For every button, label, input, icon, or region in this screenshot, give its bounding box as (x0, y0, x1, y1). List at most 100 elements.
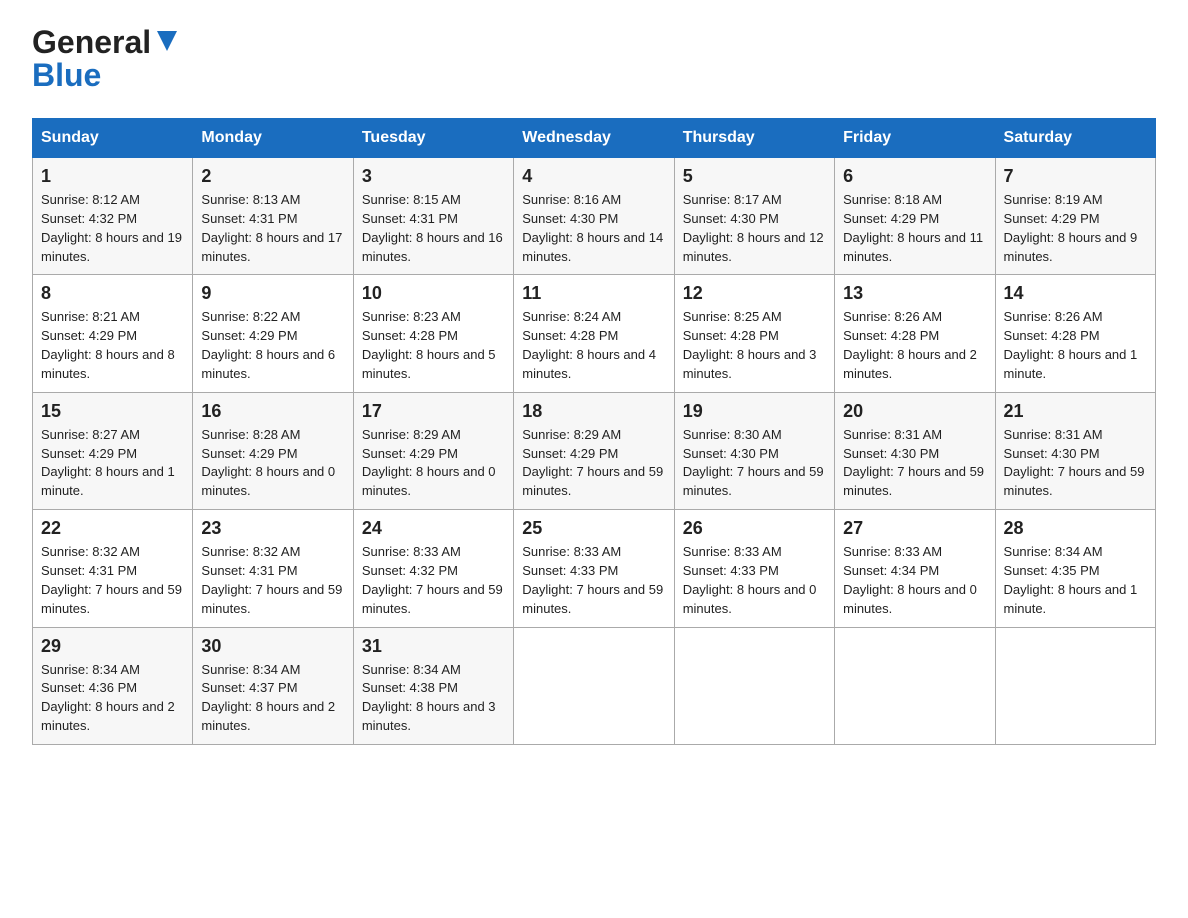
day-number: 16 (201, 401, 344, 422)
calendar-table: SundayMondayTuesdayWednesdayThursdayFrid… (32, 118, 1156, 745)
day-number: 15 (41, 401, 184, 422)
day-cell-15: 15 Sunrise: 8:27 AMSunset: 4:29 PMDayligh… (33, 392, 193, 509)
logo: General Blue (32, 24, 181, 94)
day-number: 7 (1004, 166, 1147, 187)
day-number: 17 (362, 401, 505, 422)
day-info: Sunrise: 8:33 AMSunset: 4:34 PMDaylight:… (843, 543, 986, 618)
day-number: 30 (201, 636, 344, 657)
week-row-2: 8 Sunrise: 8:21 AMSunset: 4:29 PMDaylight… (33, 275, 1156, 392)
day-info: Sunrise: 8:32 AMSunset: 4:31 PMDaylight:… (41, 543, 184, 618)
day-cell-14: 14 Sunrise: 8:26 AMSunset: 4:28 PMDayligh… (995, 275, 1155, 392)
day-number: 31 (362, 636, 505, 657)
day-number: 11 (522, 283, 665, 304)
day-cell-24: 24Sunrise: 8:33 AMSunset: 4:32 PMDayligh… (353, 510, 513, 627)
day-number: 14 (1004, 283, 1147, 304)
day-info: Sunrise: 8:22 AMSunset: 4:29 PMDaylight:… (201, 308, 344, 383)
day-cell-2: 2 Sunrise: 8:13 AMSunset: 4:31 PMDaylight… (193, 158, 353, 275)
day-info: Sunrise: 8:26 AMSunset: 4:28 PMDaylight:… (843, 308, 986, 383)
day-number: 4 (522, 166, 665, 187)
day-number: 1 (41, 166, 184, 187)
day-number: 10 (362, 283, 505, 304)
day-info: Sunrise: 8:18 AMSunset: 4:29 PMDaylight:… (843, 191, 986, 266)
day-number: 29 (41, 636, 184, 657)
day-info: Sunrise: 8:29 AMSunset: 4:29 PMDaylight:… (362, 426, 505, 501)
week-row-5: 29 Sunrise: 8:34 AMSunset: 4:36 PMDayligh… (33, 627, 1156, 744)
day-number: 6 (843, 166, 986, 187)
day-cell-21: 21Sunrise: 8:31 AMSunset: 4:30 PMDayligh… (995, 392, 1155, 509)
day-info: Sunrise: 8:29 AMSunset: 4:29 PMDaylight:… (522, 426, 665, 501)
day-info: Sunrise: 8:25 AMSunset: 4:28 PMDaylight:… (683, 308, 826, 383)
week-row-1: 1Sunrise: 8:12 AMSunset: 4:32 PMDaylight… (33, 158, 1156, 275)
empty-cell (674, 627, 834, 744)
week-row-4: 22 Sunrise: 8:32 AMSunset: 4:31 PMDayligh… (33, 510, 1156, 627)
day-info: Sunrise: 8:26 AMSunset: 4:28 PMDaylight:… (1004, 308, 1147, 383)
calendar-header: SundayMondayTuesdayWednesdayThursdayFrid… (33, 119, 1156, 158)
day-number: 2 (201, 166, 344, 187)
col-header-tuesday: Tuesday (353, 119, 513, 158)
day-cell-11: 11 Sunrise: 8:24 AMSunset: 4:28 PMDayligh… (514, 275, 674, 392)
day-cell-22: 22 Sunrise: 8:32 AMSunset: 4:31 PMDayligh… (33, 510, 193, 627)
day-cell-1: 1Sunrise: 8:12 AMSunset: 4:32 PMDaylight… (33, 158, 193, 275)
day-cell-9: 9Sunrise: 8:22 AMSunset: 4:29 PMDaylight… (193, 275, 353, 392)
day-cell-16: 16 Sunrise: 8:28 AMSunset: 4:29 PMDayligh… (193, 392, 353, 509)
day-info: Sunrise: 8:13 AMSunset: 4:31 PMDaylight:… (201, 191, 344, 266)
week-row-3: 15 Sunrise: 8:27 AMSunset: 4:29 PMDayligh… (33, 392, 1156, 509)
day-info: Sunrise: 8:33 AMSunset: 4:33 PMDaylight:… (522, 543, 665, 618)
empty-cell (995, 627, 1155, 744)
day-cell-17: 17 Sunrise: 8:29 AMSunset: 4:29 PMDayligh… (353, 392, 513, 509)
day-cell-30: 30 Sunrise: 8:34 AMSunset: 4:37 PMDayligh… (193, 627, 353, 744)
day-info: Sunrise: 8:33 AMSunset: 4:33 PMDaylight:… (683, 543, 826, 618)
day-cell-27: 27Sunrise: 8:33 AMSunset: 4:34 PMDayligh… (835, 510, 995, 627)
col-header-saturday: Saturday (995, 119, 1155, 158)
day-cell-13: 13 Sunrise: 8:26 AMSunset: 4:28 PMDayligh… (835, 275, 995, 392)
day-cell-25: 25 Sunrise: 8:33 AMSunset: 4:33 PMDayligh… (514, 510, 674, 627)
day-cell-26: 26 Sunrise: 8:33 AMSunset: 4:33 PMDayligh… (674, 510, 834, 627)
day-cell-3: 3 Sunrise: 8:15 AMSunset: 4:31 PMDaylight… (353, 158, 513, 275)
day-number: 22 (41, 518, 184, 539)
day-cell-19: 19Sunrise: 8:30 AMSunset: 4:30 PMDayligh… (674, 392, 834, 509)
day-info: Sunrise: 8:17 AMSunset: 4:30 PMDaylight:… (683, 191, 826, 266)
day-number: 3 (362, 166, 505, 187)
day-cell-8: 8 Sunrise: 8:21 AMSunset: 4:29 PMDaylight… (33, 275, 193, 392)
day-info: Sunrise: 8:28 AMSunset: 4:29 PMDaylight:… (201, 426, 344, 501)
day-cell-29: 29 Sunrise: 8:34 AMSunset: 4:36 PMDayligh… (33, 627, 193, 744)
day-number: 25 (522, 518, 665, 539)
day-info: Sunrise: 8:21 AMSunset: 4:29 PMDaylight:… (41, 308, 184, 383)
day-number: 21 (1004, 401, 1147, 422)
day-cell-12: 12 Sunrise: 8:25 AMSunset: 4:28 PMDayligh… (674, 275, 834, 392)
col-header-thursday: Thursday (674, 119, 834, 158)
day-number: 28 (1004, 518, 1147, 539)
col-header-friday: Friday (835, 119, 995, 158)
day-cell-31: 31 Sunrise: 8:34 AMSunset: 4:38 PMDayligh… (353, 627, 513, 744)
day-info: Sunrise: 8:15 AMSunset: 4:31 PMDaylight:… (362, 191, 505, 266)
col-header-wednesday: Wednesday (514, 119, 674, 158)
day-info: Sunrise: 8:33 AMSunset: 4:32 PMDaylight:… (362, 543, 505, 618)
day-number: 13 (843, 283, 986, 304)
calendar-body: 1Sunrise: 8:12 AMSunset: 4:32 PMDaylight… (33, 158, 1156, 745)
col-header-monday: Monday (193, 119, 353, 158)
day-info: Sunrise: 8:16 AMSunset: 4:30 PMDaylight:… (522, 191, 665, 266)
logo-general: General (32, 24, 151, 61)
page-header: General Blue (32, 24, 1156, 94)
day-number: 18 (522, 401, 665, 422)
day-info: Sunrise: 8:34 AMSunset: 4:37 PMDaylight:… (201, 661, 344, 736)
day-info: Sunrise: 8:27 AMSunset: 4:29 PMDaylight:… (41, 426, 184, 501)
day-cell-28: 28 Sunrise: 8:34 AMSunset: 4:35 PMDayligh… (995, 510, 1155, 627)
day-cell-5: 5Sunrise: 8:17 AMSunset: 4:30 PMDaylight… (674, 158, 834, 275)
day-info: Sunrise: 8:24 AMSunset: 4:28 PMDaylight:… (522, 308, 665, 383)
day-cell-18: 18 Sunrise: 8:29 AMSunset: 4:29 PMDayligh… (514, 392, 674, 509)
day-number: 19 (683, 401, 826, 422)
day-info: Sunrise: 8:23 AMSunset: 4:28 PMDaylight:… (362, 308, 505, 383)
day-number: 12 (683, 283, 826, 304)
day-info: Sunrise: 8:34 AMSunset: 4:36 PMDaylight:… (41, 661, 184, 736)
empty-cell (514, 627, 674, 744)
logo-arrow-icon (153, 27, 181, 55)
day-info: Sunrise: 8:34 AMSunset: 4:38 PMDaylight:… (362, 661, 505, 736)
day-cell-23: 23Sunrise: 8:32 AMSunset: 4:31 PMDayligh… (193, 510, 353, 627)
empty-cell (835, 627, 995, 744)
day-info: Sunrise: 8:32 AMSunset: 4:31 PMDaylight:… (201, 543, 344, 618)
day-number: 26 (683, 518, 826, 539)
day-number: 8 (41, 283, 184, 304)
day-info: Sunrise: 8:19 AMSunset: 4:29 PMDaylight:… (1004, 191, 1147, 266)
day-info: Sunrise: 8:34 AMSunset: 4:35 PMDaylight:… (1004, 543, 1147, 618)
